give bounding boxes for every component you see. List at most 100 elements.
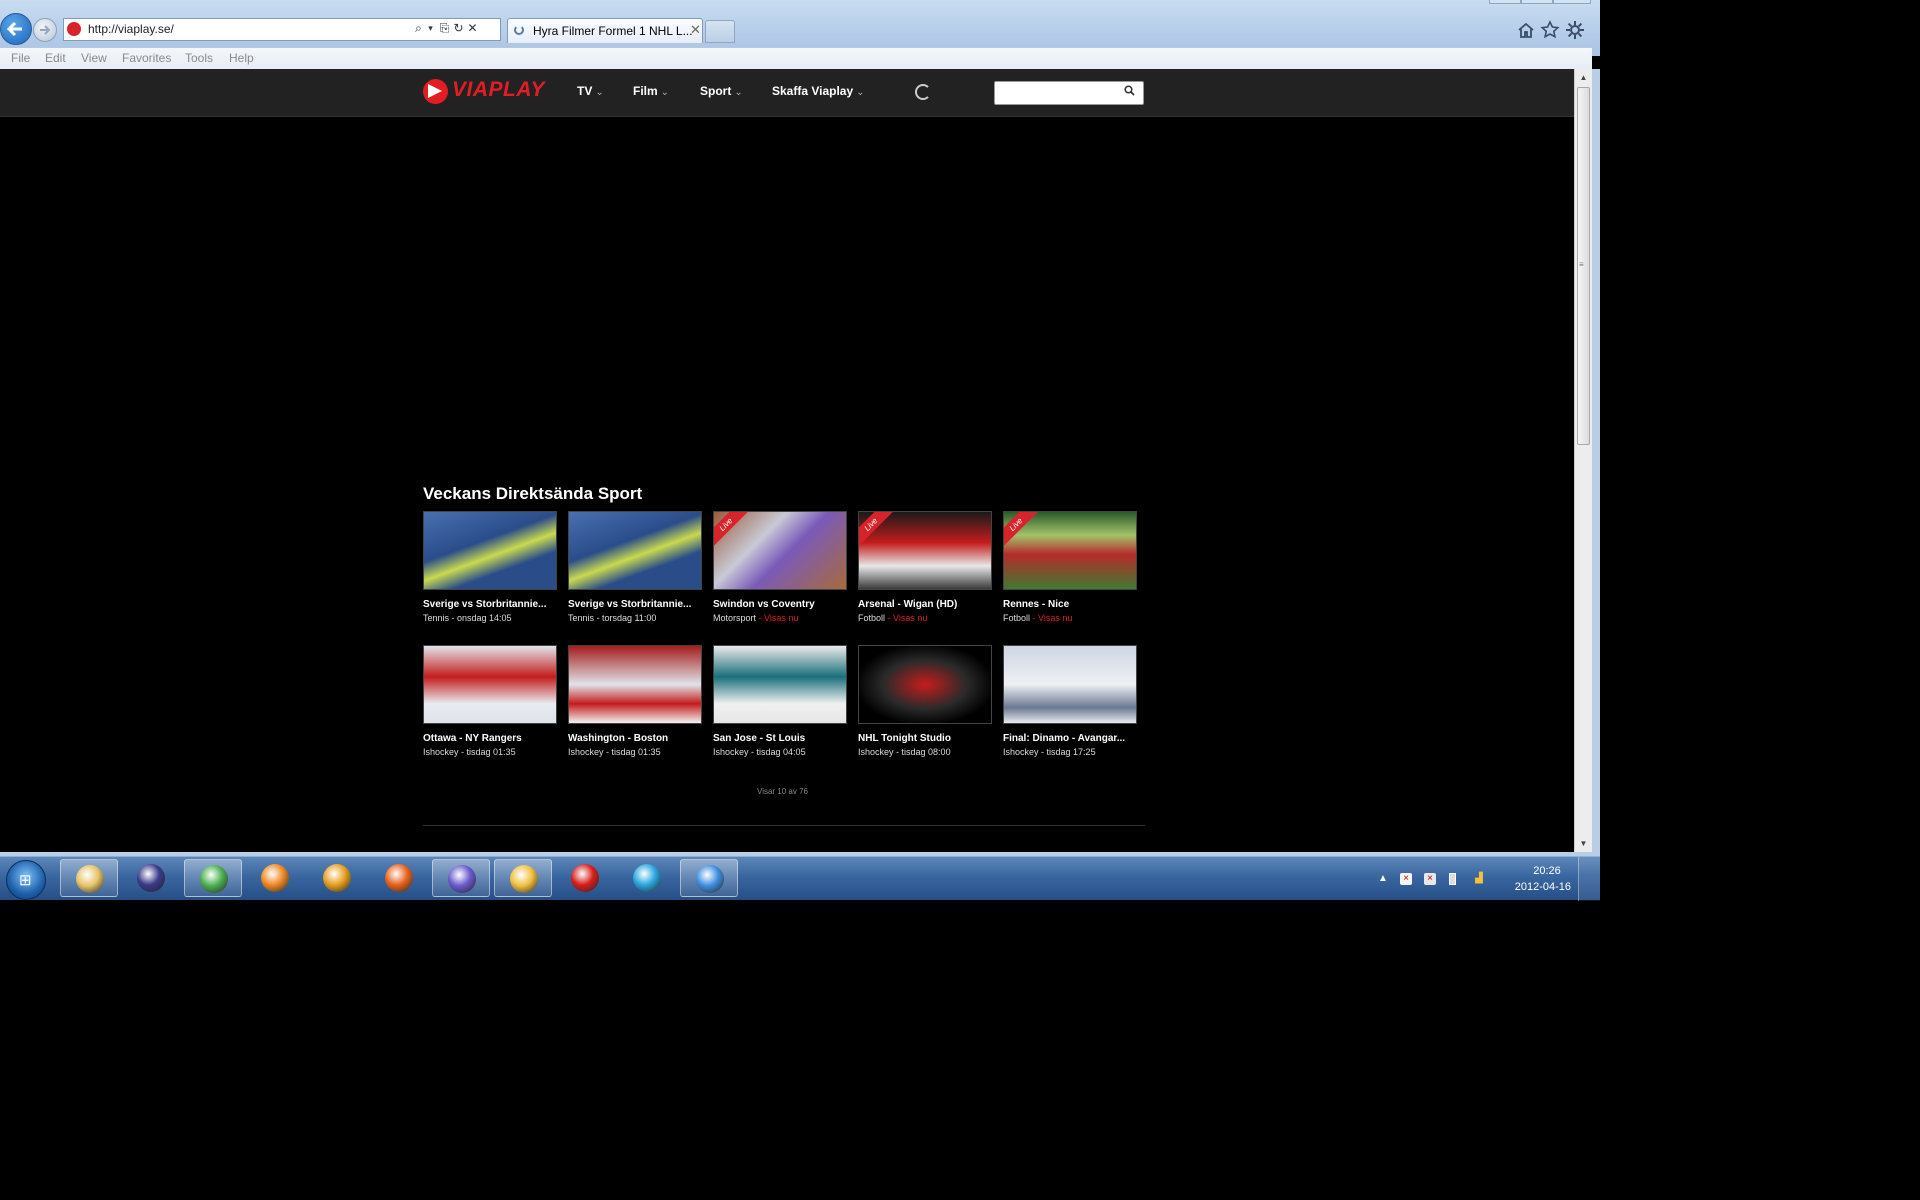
star-icon[interactable] bbox=[1540, 20, 1560, 40]
tab-close-icon[interactable]: ✕ bbox=[690, 22, 701, 38]
speaker-muted-icon[interactable]: × bbox=[1400, 873, 1412, 885]
card-thumbnail[interactable] bbox=[858, 645, 992, 724]
card-thumbnail[interactable]: Live bbox=[713, 511, 847, 590]
divider bbox=[423, 825, 1145, 826]
taskbar-button[interactable] bbox=[308, 859, 366, 897]
start-button[interactable]: ⊞ bbox=[6, 860, 46, 900]
taskbar-button[interactable] bbox=[246, 859, 304, 897]
card-subtitle: Ishockey - tisdag 08:00 bbox=[858, 747, 951, 757]
taskbar-button[interactable] bbox=[184, 859, 242, 897]
stop-icon[interactable]: ✕ bbox=[465, 21, 480, 35]
taskbar-button[interactable] bbox=[680, 859, 738, 897]
vertical-scrollbar[interactable]: ▲ ≡ ▼ bbox=[1574, 69, 1592, 852]
loading-spinner-icon bbox=[915, 84, 931, 100]
card-thumbnail[interactable]: Live bbox=[858, 511, 992, 590]
card-thumbnail[interactable] bbox=[1003, 645, 1137, 724]
sport-card[interactable]: San Jose - St Louis Ishockey - tisdag 04:… bbox=[713, 645, 847, 760]
card-category: Ishockey bbox=[713, 747, 749, 757]
card-title[interactable]: Sverige vs Storbritannie... bbox=[568, 599, 691, 610]
card-category: Motorsport bbox=[713, 613, 757, 623]
card-title[interactable]: Ottawa - NY Rangers bbox=[423, 733, 522, 744]
battery-icon[interactable] bbox=[1449, 873, 1456, 885]
nav-tv-label: TV bbox=[577, 84, 593, 98]
card-title[interactable]: San Jose - St Louis bbox=[713, 733, 805, 744]
menu-tools[interactable]: Tools bbox=[185, 51, 213, 65]
refresh-icon[interactable]: ↻ bbox=[451, 21, 466, 35]
card-thumbnail[interactable] bbox=[423, 511, 557, 590]
card-title[interactable]: Sverige vs Storbritannie... bbox=[423, 599, 546, 610]
clock-time[interactable]: 20:26 bbox=[1522, 865, 1572, 877]
chevron-down-icon: ⌄ bbox=[660, 87, 670, 98]
taskbar-button[interactable] bbox=[618, 859, 676, 897]
card-title[interactable]: Washington - Boston bbox=[568, 733, 668, 744]
sport-card[interactable]: NHL Tonight Studio Ishockey - tisdag 08:0… bbox=[858, 645, 992, 760]
sport-card[interactable]: Live Arsenal - Wigan (HD) Fotboll - Visas … bbox=[858, 511, 992, 626]
sport-card[interactable]: Washington - Boston Ishockey - tisdag 01:… bbox=[568, 645, 702, 760]
search-icon[interactable] bbox=[1124, 85, 1135, 99]
scroll-thumb[interactable]: ≡ bbox=[1577, 87, 1590, 445]
search-input[interactable] bbox=[994, 81, 1144, 105]
scroll-down-icon[interactable]: ▼ bbox=[1575, 835, 1592, 852]
scroll-up-icon[interactable]: ▲ bbox=[1575, 69, 1592, 86]
chevron-up-icon[interactable]: ▲ bbox=[1377, 873, 1389, 885]
card-time: - tisdag 08:00 bbox=[893, 747, 951, 757]
card-time: - tisdag 17:25 bbox=[1038, 747, 1096, 757]
sport-card[interactable]: Live Rennes - Nice Fotboll - Visas nu bbox=[1003, 511, 1137, 626]
card-thumbnail[interactable] bbox=[568, 645, 702, 724]
clock-date[interactable]: 2012-04-16 bbox=[1501, 881, 1571, 893]
taskbar-button[interactable] bbox=[556, 859, 614, 897]
sport-card[interactable]: Sverige vs Storbritannie... Tennis - tors… bbox=[568, 511, 702, 626]
new-tab-button[interactable] bbox=[705, 20, 735, 43]
close-window-button[interactable] bbox=[1553, 0, 1591, 4]
taskbar-button[interactable] bbox=[60, 859, 118, 897]
nav-sport[interactable]: Sport ⌄ bbox=[700, 84, 743, 98]
nav-tv[interactable]: TV ⌄ bbox=[577, 84, 604, 98]
address-bar[interactable]: http://viaplay.se/ ⌕ ▾ ⎘ ↻ ✕ bbox=[63, 18, 501, 41]
card-title[interactable]: NHL Tonight Studio bbox=[858, 733, 951, 744]
card-title[interactable]: Rennes - Nice bbox=[1003, 599, 1069, 610]
compatibility-view-icon[interactable]: ⎘ bbox=[437, 21, 452, 36]
menu-help[interactable]: Help bbox=[229, 51, 254, 65]
card-title[interactable]: Swindon vs Coventry bbox=[713, 599, 815, 610]
sport-card[interactable]: Final: Dinamo - Avangar... Ishockey - tis… bbox=[1003, 645, 1137, 760]
card-thumbnail[interactable] bbox=[713, 645, 847, 724]
network-error-icon[interactable]: × bbox=[1424, 873, 1436, 885]
card-thumbnail[interactable]: Live bbox=[1003, 511, 1137, 590]
forward-button[interactable] bbox=[33, 18, 57, 42]
sport-card[interactable]: Sverige vs Storbritannie... Tennis - onsd… bbox=[423, 511, 557, 626]
card-subtitle: Ishockey - tisdag 17:25 bbox=[1003, 747, 1096, 757]
firefox-icon bbox=[385, 864, 413, 892]
menu-view[interactable]: View bbox=[81, 51, 107, 65]
nav-film[interactable]: Film ⌄ bbox=[633, 84, 669, 98]
nav-skaffa-viaplay[interactable]: Skaffa Viaplay ⌄ bbox=[772, 84, 865, 98]
signal-icon[interactable]: ▟ bbox=[1473, 873, 1485, 885]
menu-file[interactable]: File bbox=[11, 51, 30, 65]
menu-favorites[interactable]: Favorites bbox=[122, 51, 171, 65]
home-icon[interactable] bbox=[1516, 20, 1536, 40]
viaplay-logo-text[interactable]: VIAPLAY bbox=[452, 78, 545, 102]
back-button[interactable] bbox=[0, 13, 32, 45]
show-desktop-button[interactable] bbox=[1578, 857, 1600, 901]
taskbar-button[interactable] bbox=[494, 859, 552, 897]
minimize-button[interactable] bbox=[1489, 0, 1521, 4]
card-category: Tennis bbox=[423, 613, 450, 623]
sport-card[interactable]: Ottawa - NY Rangers Ishockey - tisdag 01:… bbox=[423, 645, 557, 760]
card-thumbnail[interactable] bbox=[423, 645, 557, 724]
card-subtitle: Fotboll - Visas nu bbox=[858, 613, 927, 623]
taskbar-button[interactable] bbox=[432, 859, 490, 897]
outlook-icon bbox=[510, 865, 538, 893]
card-title[interactable]: Arsenal - Wigan (HD) bbox=[858, 599, 957, 610]
chevron-down-icon: ⌄ bbox=[595, 87, 604, 98]
dropdown-icon[interactable]: ▾ bbox=[423, 23, 438, 34]
maximize-button[interactable] bbox=[1521, 0, 1553, 4]
card-title[interactable]: Final: Dinamo - Avangar... bbox=[1003, 733, 1125, 744]
card-subtitle: Motorsport - Visas nu bbox=[713, 613, 798, 623]
url-text[interactable]: http://viaplay.se/ bbox=[88, 22, 174, 36]
browser-tab[interactable]: Hyra Filmer Formel 1 NHL L... ✕ bbox=[507, 18, 703, 43]
gear-icon[interactable] bbox=[1565, 20, 1585, 40]
menu-edit[interactable]: Edit bbox=[45, 51, 66, 65]
sport-card[interactable]: Live Swindon vs Coventry Motorsport - Visa… bbox=[713, 511, 847, 626]
taskbar-button[interactable] bbox=[122, 859, 180, 897]
taskbar-button[interactable] bbox=[370, 859, 428, 897]
card-thumbnail[interactable] bbox=[568, 511, 702, 590]
